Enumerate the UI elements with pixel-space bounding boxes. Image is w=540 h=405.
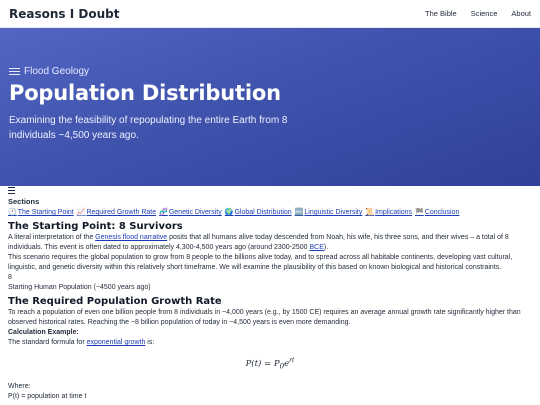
top-navbar: Reasons I Doubt The Bible Science About [0, 0, 540, 28]
toc-label: Global Distribution [234, 209, 292, 216]
nav-link-science[interactable]: Science [471, 9, 498, 18]
clock-icon: 🕐 [8, 209, 17, 216]
toc-label: Implications [375, 209, 413, 216]
hero-category: Flood Geology [9, 66, 531, 77]
category-label: Flood Geology [24, 66, 90, 77]
growth-formula: P(t) = P0ert [8, 356, 532, 372]
globe-icon: 🌍 [224, 209, 234, 216]
exponential-growth-link[interactable]: exponential growth [87, 339, 146, 346]
calculation-label: Calculation Example: [8, 329, 79, 336]
nav-link-about[interactable]: About [511, 9, 531, 18]
toc-label: Required Growth Rate [86, 209, 157, 216]
nav-link-bible[interactable]: The Bible [425, 9, 457, 18]
toc-implications[interactable]: 📜Implications [365, 208, 412, 218]
text-span: is: [145, 339, 155, 346]
toc-label: Genetic Diversity [168, 209, 222, 216]
formula-lhs: P(t) = P [245, 358, 280, 369]
growth-paragraph-2: The standard formula for exponential gro… [8, 338, 532, 348]
chart-icon: 📈 [76, 209, 86, 216]
starting-point-heading: The Starting Point: 8 Survivors [8, 221, 183, 232]
main-content: Sections 🕐The Starting Point 📈Required G… [0, 186, 540, 402]
toc-linguistic-diversity[interactable]: 🔤Linguistic Diversity [295, 208, 363, 218]
where-label: Where: [8, 382, 31, 390]
sections-toc: 🕐The Starting Point 📈Required Growth Rat… [8, 208, 532, 218]
nav-links: The Bible Science About [425, 9, 531, 18]
starting-point-paragraph-2: This scenario requires the global popula… [8, 254, 513, 271]
list-icon [9, 67, 20, 76]
toc-growth-rate[interactable]: 📈Required Growth Rate [77, 208, 156, 218]
hamburger-menu-icon[interactable] [8, 187, 16, 194]
site-brand[interactable]: Reasons I Doubt [9, 7, 119, 21]
toc-label: Conclusion [424, 209, 460, 216]
sections-title: Sections [8, 197, 40, 206]
starting-population-label: Starting Human Population (~4500 years a… [8, 284, 151, 291]
where-item: P(t) = population at time t [8, 392, 87, 400]
dna-icon: 🧬 [159, 209, 168, 216]
hero-banner: Flood Geology Population Distribution Ex… [0, 28, 540, 186]
toc-label: The Starting Point [17, 209, 74, 216]
page-title: Population Distribution [9, 81, 281, 105]
toc-global-distribution[interactable]: 🌍Global Distribution [225, 208, 292, 218]
genesis-flood-link[interactable]: Genesis flood narrative [95, 234, 167, 241]
text-span: The standard formula for [8, 339, 87, 346]
starting-population-value: 8 [8, 274, 12, 281]
toc-label: Linguistic Diversity [304, 209, 363, 216]
starting-point-paragraph-1: A literal interpretation of the Genesis … [8, 233, 532, 253]
toc-conclusion[interactable]: 🏁Conclusion [415, 208, 459, 218]
language-icon: 🔤 [294, 209, 304, 216]
formula-exponent: rt [289, 357, 295, 364]
toc-starting-point[interactable]: 🕐The Starting Point [8, 208, 74, 218]
toc-genetic-diversity[interactable]: 🧬Genetic Diversity [159, 208, 222, 218]
text-span: ). [323, 244, 329, 251]
flag-icon: 🏁 [415, 209, 424, 216]
scroll-icon: 📜 [365, 209, 375, 216]
page-subtitle: Examining the feasibility of repopulatin… [9, 115, 288, 141]
text-span: A literal interpretation of the [8, 234, 96, 241]
growth-rate-heading: The Required Population Growth Rate [8, 296, 222, 307]
growth-paragraph-1: To reach a population of even one billio… [8, 309, 521, 326]
bce-link[interactable]: BCE [309, 244, 323, 251]
